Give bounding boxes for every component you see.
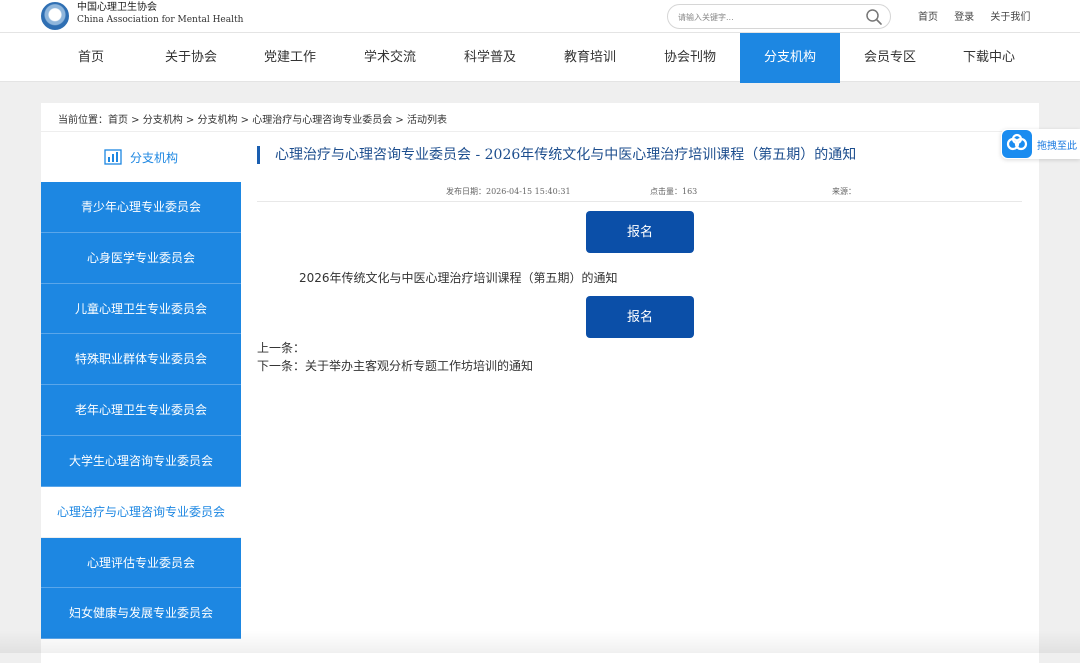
- drag-drop-widget[interactable]: 拖拽至此: [1001, 129, 1080, 159]
- register-button-top[interactable]: 报名: [586, 211, 694, 253]
- chart-icon: [104, 149, 122, 165]
- sidebar-item-elderly[interactable]: 老年心理卫生专业委员会: [41, 385, 241, 436]
- sidebar-item-college[interactable]: 大学生心理咨询专业委员会: [41, 435, 241, 487]
- search-icon[interactable]: [865, 8, 883, 26]
- top-links: 首页 登录 关于我们: [918, 8, 1043, 23]
- next-article-link[interactable]: 下一条：关于举办主客观分析专题工作坊培训的通知: [257, 357, 533, 374]
- nav-item-journal[interactable]: 协会刊物: [640, 33, 740, 83]
- nav-item-home[interactable]: 首页: [41, 33, 141, 83]
- publish-date: 发布日期：2026-04-15 15:40:31: [446, 187, 571, 196]
- top-link-login[interactable]: 登录: [954, 12, 974, 23]
- sidebar-item-psychosomatic[interactable]: 心身医学专业委员会: [41, 232, 241, 284]
- top-bar: 中国心理卫生协会 China Association for Mental He…: [0, 0, 1080, 32]
- sidebar-item-special-occupation[interactable]: 特殊职业群体专业委员会: [41, 334, 241, 386]
- main-nav: 首页 关于协会 党建工作 学术交流 科学普及 教育培训 协会刊物 分支机构 会员…: [0, 32, 1080, 83]
- divider: [257, 201, 1022, 202]
- sidebar-heading-label: 分支机构: [129, 150, 178, 165]
- bottom-shadow: [0, 630, 1080, 653]
- nav-item-academic[interactable]: 学术交流: [340, 33, 440, 83]
- drag-drop-label: 拖拽至此: [1037, 141, 1077, 152]
- search-box: [667, 4, 891, 29]
- sidebar-item-youth[interactable]: 青少年心理专业委员会: [41, 182, 241, 233]
- top-link-about[interactable]: 关于我们: [990, 12, 1030, 23]
- breadcrumb: 当前位置：首页 > 分支机构 > 分支机构 > 心理治疗与心理咨询专业委员会 >…: [58, 115, 447, 126]
- nav-item-science[interactable]: 科学普及: [440, 33, 540, 83]
- article-title-wrap: 心理治疗与心理咨询专业委员会 - 2026年传统文化与中医心理治疗培训课程（第五…: [257, 145, 1022, 165]
- sidebar-list: 青少年心理专业委员会 心身医学专业委员会 儿童心理卫生专业委员会 特殊职业群体专…: [41, 182, 241, 640]
- sidebar-heading: 分支机构: [41, 132, 241, 182]
- sidebar-item-psychotherapy[interactable]: 心理治疗与心理咨询专业委员会: [41, 486, 241, 538]
- nav-item-branches[interactable]: 分支机构: [740, 33, 840, 83]
- article-title: 心理治疗与心理咨询专业委员会 - 2026年传统文化与中医心理治疗培训课程（第五…: [275, 147, 857, 163]
- cloud-upload-icon[interactable]: [1002, 130, 1032, 158]
- org-name-en[interactable]: China Association for Mental Health: [77, 15, 243, 26]
- nav-item-downloads[interactable]: 下载中心: [939, 33, 1039, 83]
- org-name-cn[interactable]: 中国心理卫生协会: [77, 2, 157, 14]
- prev-article-link[interactable]: 上一条：: [257, 339, 305, 356]
- sidebar-item-children[interactable]: 儿童心理卫生专业委员会: [41, 283, 241, 335]
- top-link-home[interactable]: 首页: [918, 12, 938, 23]
- register-button-bottom[interactable]: 报名: [586, 296, 694, 338]
- nav-item-members[interactable]: 会员专区: [840, 33, 940, 83]
- nav-item-training[interactable]: 教育培训: [540, 33, 640, 83]
- association-logo-icon[interactable]: [41, 2, 69, 30]
- article-body-text: 2026年传统文化与中医心理治疗培训课程（第五期）的通知: [299, 271, 618, 285]
- content-panel: 当前位置：首页 > 分支机构 > 分支机构 > 心理治疗与心理咨询专业委员会 >…: [41, 103, 1039, 663]
- article-source: 来源：: [832, 187, 856, 196]
- nav-item-about[interactable]: 关于协会: [141, 33, 241, 83]
- sidebar-item-assessment[interactable]: 心理评估专业委员会: [41, 537, 241, 589]
- click-count: 点击量：163: [650, 187, 698, 196]
- nav-item-party[interactable]: 党建工作: [240, 33, 340, 83]
- title-accent-bar: [257, 146, 260, 164]
- search-input[interactable]: [676, 9, 856, 25]
